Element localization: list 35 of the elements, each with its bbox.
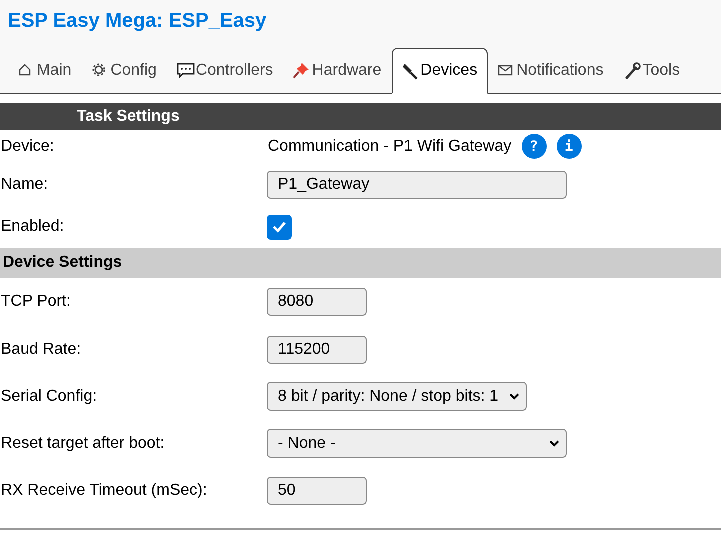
nav-tab[interactable]: Devices [392, 48, 488, 94]
device-name: Communication - P1 Wifi Gateway [267, 138, 512, 156]
dropdown[interactable]: 8 bit / parity: None / stop bits: 1 [267, 382, 527, 411]
dropdown[interactable]: - None - [267, 429, 567, 458]
text-field[interactable]: 8080 [267, 288, 367, 316]
field-label: Reset target after boot: [0, 434, 166, 452]
info-button[interactable]: i [556, 134, 582, 159]
nav-tab[interactable]: Notifications [488, 48, 614, 94]
wrench-icon [624, 62, 642, 80]
page-title: ESP Easy Mega: ESP_Easy [8, 10, 267, 33]
checkmark-icon [272, 221, 287, 233]
pushpin-icon [293, 62, 312, 80]
checkbox[interactable] [267, 214, 292, 240]
field-label: RX Receive Timeout (mSec): [0, 482, 208, 500]
field-label: TCP Port: [0, 293, 72, 311]
plug-icon [402, 62, 420, 80]
field-label: Serial Config: [0, 388, 98, 406]
text-field[interactable]: P1_Gateway [267, 170, 567, 198]
speech-bubble-icon [176, 62, 195, 80]
nav-tab[interactable]: Tools [614, 48, 690, 94]
nav-tab[interactable]: Config [82, 48, 167, 94]
caret-icon [508, 392, 520, 400]
section-header: Device Settings [0, 248, 721, 278]
caret-icon [549, 440, 560, 448]
text-field[interactable]: 115200 [267, 336, 367, 364]
nav-tab[interactable]: Hardware [283, 48, 392, 94]
field-label: Device: [0, 138, 56, 156]
field-label: Name: [0, 176, 50, 194]
nav-tab[interactable]: Controllers [166, 48, 284, 94]
nav-tab[interactable]: Main [8, 48, 82, 94]
field-label: Baud Rate: [0, 340, 82, 358]
section-header: Task Settings [0, 103, 721, 130]
text-field[interactable]: 50 [267, 476, 367, 504]
help-button[interactable]: ? [522, 134, 547, 159]
field-label: Enabled: [0, 218, 66, 236]
